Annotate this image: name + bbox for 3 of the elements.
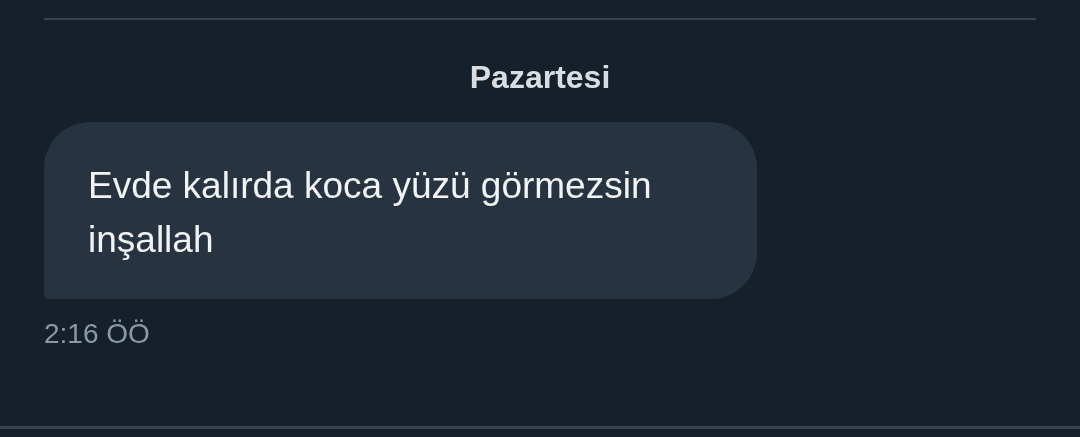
message-bubble: Evde kalırda koca yüzü görmezsin inşallah	[44, 122, 757, 299]
message-time: 2:16 ÖÖ	[44, 317, 150, 351]
day-separator-label: Pazartesi	[469, 58, 611, 96]
